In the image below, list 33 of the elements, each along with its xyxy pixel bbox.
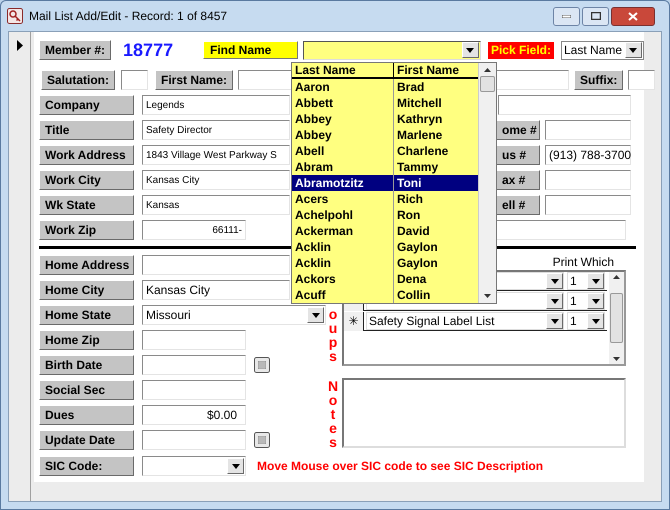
field-label: Member #: (39, 40, 112, 60)
field-label: ax # (496, 170, 540, 190)
field-label: Work City (39, 170, 134, 190)
column-header: First Name (396, 63, 460, 77)
pick-field-label: Pick Field: (488, 42, 554, 58)
field-label: Home State (39, 305, 134, 325)
field-label: Dues (39, 405, 134, 425)
field-label: ome # (496, 120, 540, 140)
field-label: Social Sec (39, 380, 134, 400)
field-label: us # (496, 145, 540, 165)
field-label: Work Address (39, 145, 134, 165)
field-label: Salutation: (41, 70, 115, 90)
sic-hint: Move Mouse over SIC code to see SIC Description (257, 458, 544, 475)
member-number: 18777 (123, 38, 174, 62)
field-label: First Name: (155, 70, 234, 90)
field-label: Home Zip (39, 330, 134, 350)
field-label: Birth Date (39, 355, 134, 375)
column-header: Last Name (292, 63, 394, 77)
field-label: Work Zip (39, 220, 134, 240)
notes-label: Notes (327, 379, 339, 449)
field-label: Company (39, 95, 134, 115)
field-label: Update Date (39, 430, 134, 450)
print-which-label: Print Which (552, 255, 614, 270)
find-name-label: Find Name (203, 41, 298, 59)
field-label: ell # (496, 195, 540, 215)
field-label: Wk State (39, 195, 134, 215)
field-label: Suffix: (574, 70, 624, 90)
groups-label: oups (328, 307, 338, 363)
field-label: SIC Code: (39, 456, 134, 476)
field-label: Home City (39, 280, 134, 300)
field-label: Home Address (39, 255, 134, 275)
window-title: Mail List Add/Edit - Record: 1 of 8457 (29, 8, 228, 25)
field-label: Title (39, 120, 134, 140)
